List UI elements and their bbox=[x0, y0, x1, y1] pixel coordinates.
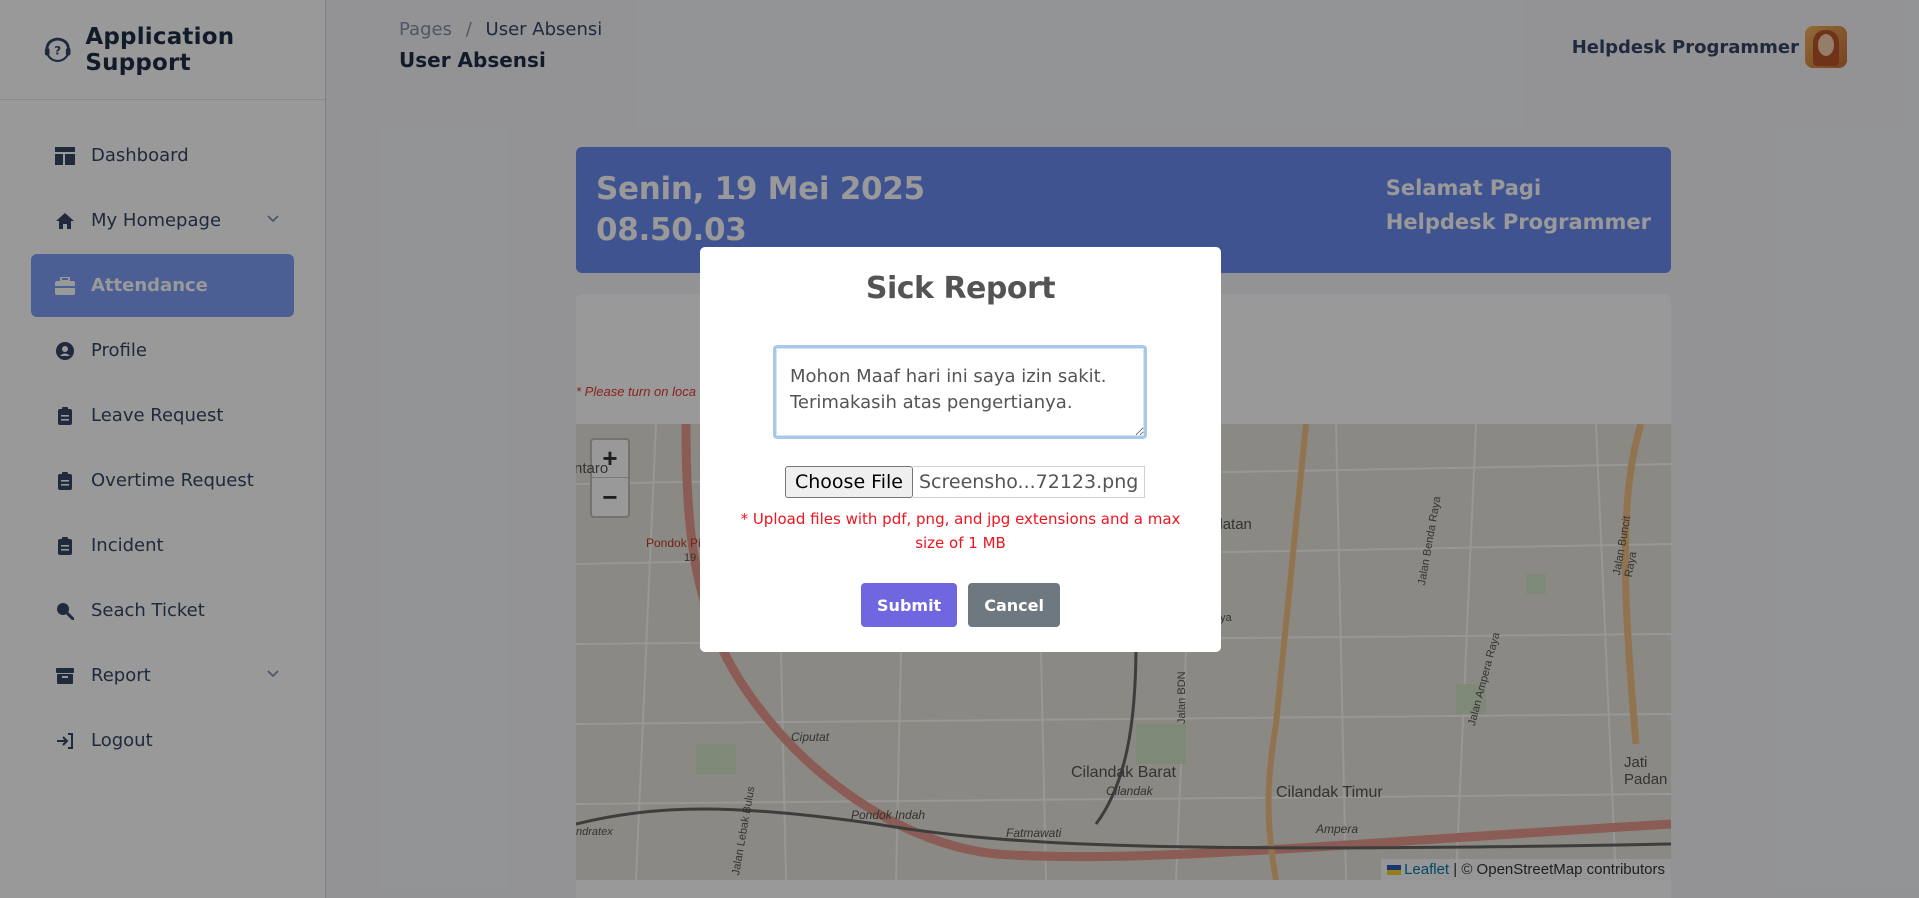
choose-file-button[interactable]: Choose File bbox=[785, 466, 913, 498]
selected-file-name: Screensho...72123.png bbox=[912, 466, 1146, 498]
modal-title: Sick Report bbox=[865, 271, 1056, 306]
file-input[interactable]: Choose File Screensho...72123.png bbox=[785, 466, 1146, 498]
sick-report-modal: Sick Report Choose File Screensho...7212… bbox=[700, 247, 1221, 652]
sick-reason-textarea[interactable] bbox=[773, 345, 1147, 439]
upload-note: * Upload files with pdf, png, and jpg ex… bbox=[740, 510, 1181, 552]
modal-actions: Submit Cancel bbox=[700, 583, 1221, 627]
cancel-button[interactable]: Cancel bbox=[968, 583, 1060, 627]
submit-button[interactable]: Submit bbox=[861, 583, 958, 627]
